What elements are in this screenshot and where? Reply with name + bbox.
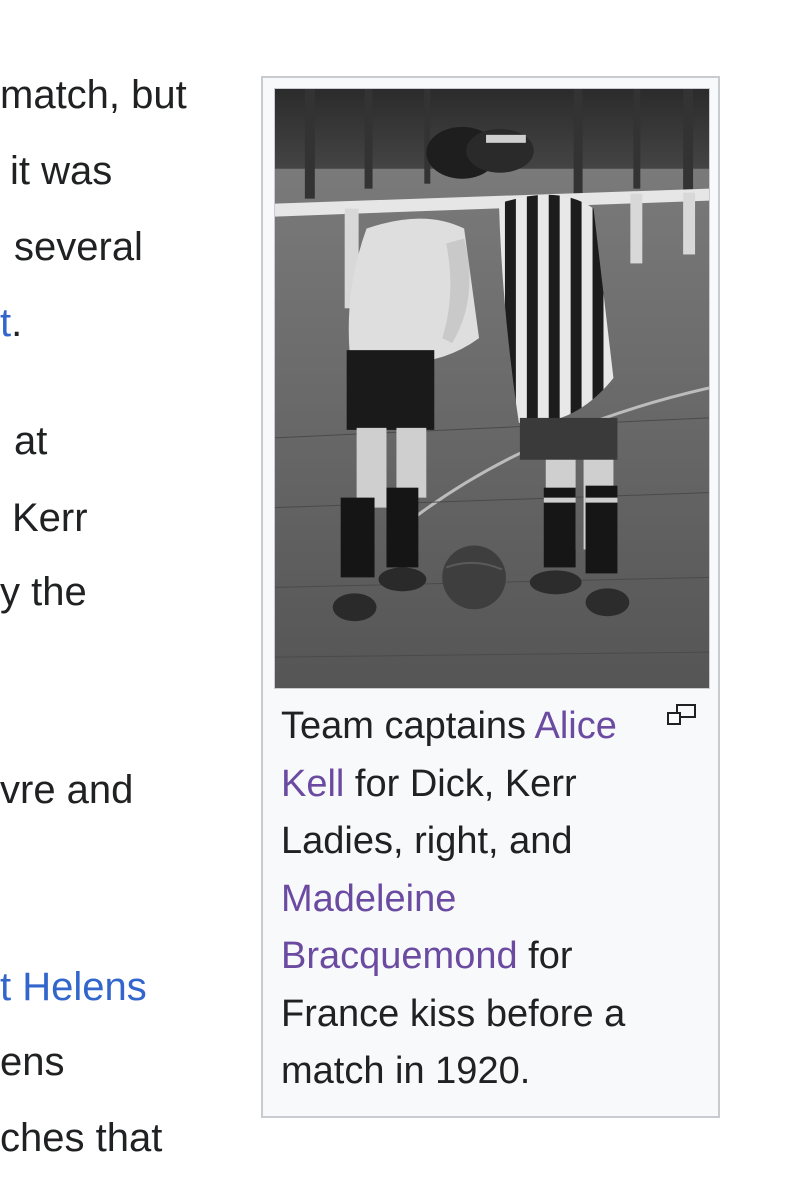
article-line: at bbox=[14, 419, 48, 463]
caption-link-madeleine-bracquemond[interactable]: Madeleine Bracquemond bbox=[281, 878, 518, 978]
thumbnail-image[interactable] bbox=[274, 88, 710, 689]
article-line: ens bbox=[0, 1040, 65, 1084]
article-link[interactable]: t bbox=[0, 301, 11, 345]
article-line: vre and bbox=[0, 768, 134, 812]
thumbnail-caption: Team captains Alice Kell for Dick, Kerr … bbox=[281, 705, 626, 1092]
article-line: several bbox=[14, 225, 143, 269]
article-line: Kerr bbox=[12, 496, 88, 540]
article-line: t Helens bbox=[0, 963, 147, 1011]
article-line: t. bbox=[0, 301, 23, 345]
article-link-st-helens[interactable]: t Helens bbox=[0, 965, 147, 1009]
article-line: match, but bbox=[0, 73, 187, 117]
article-line: y the bbox=[0, 570, 87, 614]
magnify-clip-icon[interactable] bbox=[667, 704, 697, 726]
article-line: ches that bbox=[0, 1116, 163, 1160]
article-line: it was bbox=[10, 149, 113, 193]
